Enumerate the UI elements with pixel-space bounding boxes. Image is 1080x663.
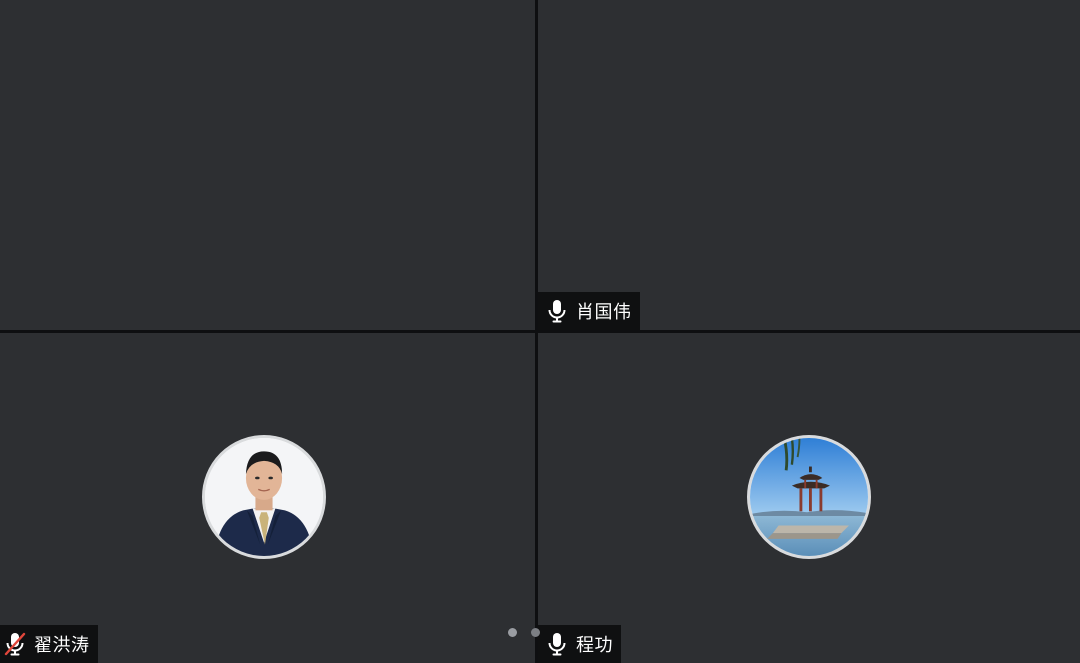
participant-name: 翟洪涛 <box>34 635 90 656</box>
participant-name: 程功 <box>576 635 613 656</box>
participant-avatar <box>747 435 871 559</box>
page-dot-1[interactable] <box>508 628 517 637</box>
video-tile-4[interactable]: 程功 <box>538 333 1080 663</box>
page-dot-2[interactable] <box>531 628 540 637</box>
participant-name: 肖国伟 <box>576 302 632 323</box>
microphone-icon[interactable] <box>544 631 570 657</box>
microphone-icon[interactable] <box>544 298 570 324</box>
video-tile-3[interactable]: 翟洪涛 <box>0 333 535 663</box>
microphone-muted-icon[interactable] <box>2 631 28 657</box>
page-indicator <box>508 628 540 637</box>
participant-name-tag: 程功 <box>538 625 621 663</box>
video-tile-2[interactable]: 肖国伟 <box>538 0 1080 330</box>
video-tile-1[interactable] <box>0 0 535 330</box>
participant-avatar <box>202 435 326 559</box>
man-in-suit-portrait <box>205 438 323 556</box>
participant-name-tag: 翟洪涛 <box>0 625 98 663</box>
video-grid: 肖国伟 翟洪涛 程功 <box>0 0 1080 663</box>
pavilion-by-lake <box>750 438 868 556</box>
participant-name-tag: 肖国伟 <box>538 292 640 330</box>
